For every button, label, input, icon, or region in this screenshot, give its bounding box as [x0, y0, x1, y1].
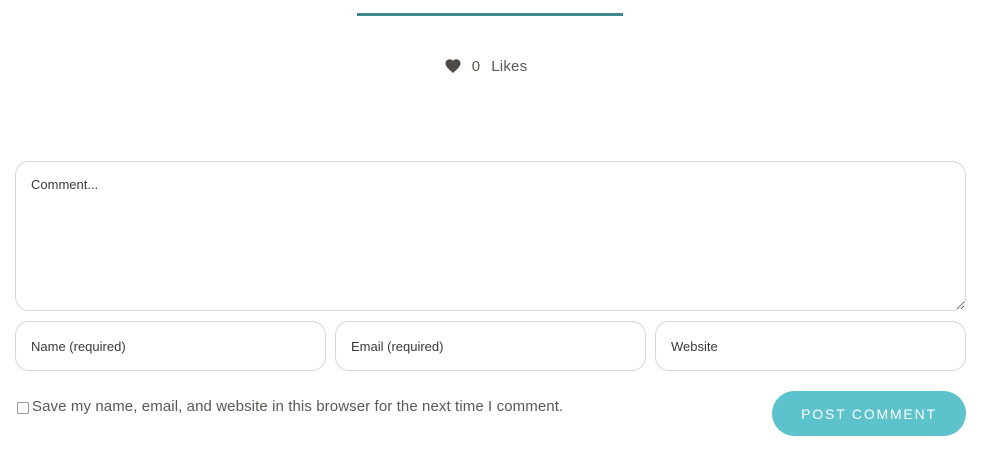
website-field[interactable]: [655, 321, 966, 371]
save-info-checkbox[interactable]: [17, 402, 29, 414]
heart-icon[interactable]: [444, 57, 462, 75]
save-info-row[interactable]: Save my name, email, and website in this…: [16, 398, 563, 415]
comment-section: 0 Likes Save my name, email, and website…: [0, 0, 983, 449]
email-field[interactable]: [335, 321, 646, 371]
accent-divider: [357, 13, 623, 16]
likes-count: 0: [471, 57, 481, 75]
name-field[interactable]: [15, 321, 326, 371]
comment-textarea[interactable]: [15, 161, 966, 311]
post-comment-button[interactable]: POST COMMENT: [772, 391, 966, 436]
save-info-label: Save my name, email, and website in this…: [32, 398, 564, 415]
likes-label: Likes: [491, 57, 528, 75]
likes-bar: 0 Likes: [0, 57, 983, 75]
